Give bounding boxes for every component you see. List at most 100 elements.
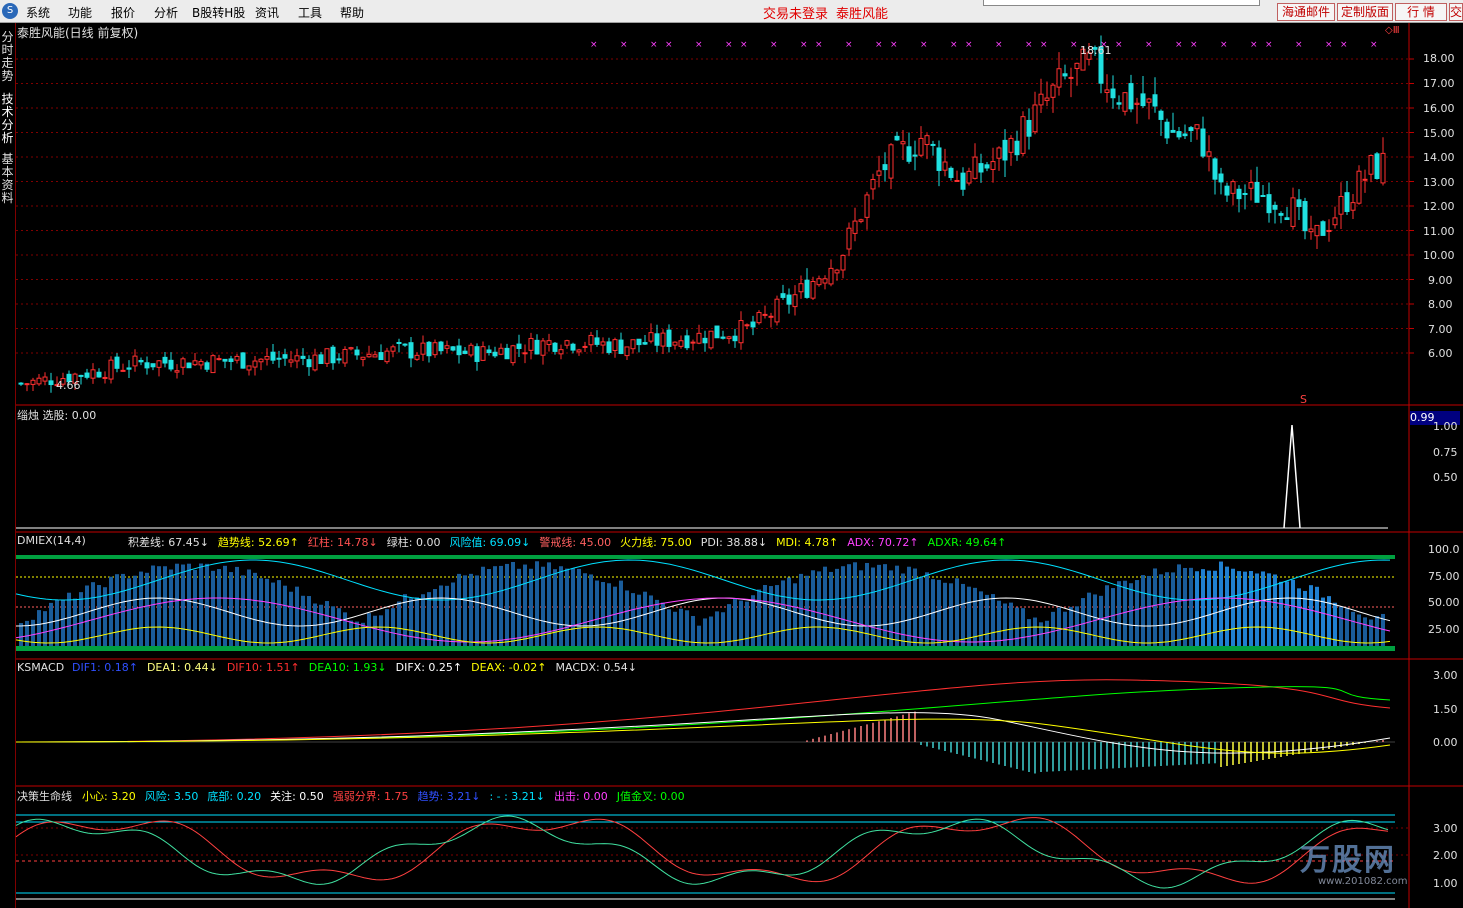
candle-body [354,349,360,356]
menu-tools[interactable]: 工具 [298,4,322,21]
panel-corner-icon[interactable]: ◇Ⅲ [1385,25,1400,36]
candle-body [1362,178,1368,181]
dmi-bar [637,594,641,646]
dmi-bar [295,586,299,646]
candle-body [108,359,114,380]
candle-body [558,349,564,355]
login-status[interactable]: 交易未登录 [763,3,828,22]
trade-button[interactable]: 交易 [1449,3,1463,21]
dmi-bar [115,574,119,646]
signal-x-marker: × [650,40,658,50]
life-readout-4: 强弱分界: 1.75 [332,790,409,803]
candle-body [462,350,468,354]
dmi-bar [715,611,719,646]
menu-info[interactable]: 资讯 [255,4,279,21]
life-tick-2: 1.00 [1433,877,1458,890]
candle-body [660,332,666,347]
dmi-bar [667,609,671,646]
candle-body [540,340,546,356]
candle-body [258,358,264,363]
price-tick-1: 17.00 [1423,77,1455,90]
candle-body [750,321,756,328]
signal-x-marker: × [1025,40,1033,50]
market-button[interactable]: 行 情 [1395,3,1447,21]
dmi-bar [889,570,893,646]
candle-body [1122,92,1128,112]
dmi-bar [763,585,767,646]
menu-system[interactable]: 系统 [26,4,50,21]
candle-body [132,355,138,367]
dmi-bar [1189,567,1193,646]
menu-function[interactable]: 功能 [68,4,92,21]
candle-body [642,342,648,345]
candle-body [1242,192,1248,195]
signal-x-marker: × [1295,40,1303,50]
dmi-bar [1123,580,1127,646]
dmi-bar [559,566,563,646]
candle-body [810,280,816,299]
candle-body [84,372,90,378]
dmi-bar [1033,617,1037,646]
dmi-bar [835,568,839,646]
dmi-readout-4: 风险值: 69.09↓ [449,536,531,549]
dmi-indicator-name[interactable]: DMIEX(14,4) [17,534,86,547]
candle-body [402,343,408,346]
dmi-bar [595,580,599,646]
dmi-bar [259,578,263,646]
candle-body [924,135,930,146]
signal-x-marker: × [845,40,853,50]
macd-indicator-name[interactable]: KSMACD [17,661,64,674]
candle-body [498,347,504,355]
menu-help[interactable]: 帮助 [340,4,364,21]
dmi-bar [751,595,755,646]
candle-body [864,194,870,218]
candle-body [282,354,288,359]
signal-x-marker: × [1220,40,1228,50]
chart-canvas[interactable]: × × × × × × × × × × × × × × × × × × × × × × × × × × × × × × × × [0,23,1463,908]
candle-body [468,344,474,356]
dmi-bar [373,615,377,646]
candle-body [1296,199,1302,207]
candle-body [984,164,990,169]
dmi-bar [133,575,137,646]
dmi-bar [445,585,449,646]
candle-body [516,343,522,350]
app-logo-icon[interactable]: S [2,3,18,19]
life-indicator-name[interactable]: 决策生命线 [17,788,72,804]
candle-body [246,365,252,371]
dmi-bar [343,612,347,646]
menu-b-to-h[interactable]: B股转H股 [192,4,245,21]
custom-layout-button[interactable]: 定制版面 [1337,3,1393,21]
dmi-bar [475,575,479,646]
signal-x-marker: × [1340,40,1348,50]
candle-body [942,161,948,171]
candle-body [270,351,276,361]
signal-x-marker: × [1070,40,1078,50]
candle-body [384,350,390,363]
macd-readout-6: MACDX: 0.54↓ [555,661,637,674]
dmi-bar [949,583,953,646]
dmi-bar [811,570,815,646]
menu-analysis[interactable]: 分析 [154,4,178,21]
search-box[interactable] [983,0,1260,6]
candle-body [1302,201,1308,232]
candle-body [1218,173,1224,183]
haitong-mail-button[interactable]: 海通邮件 [1277,3,1335,21]
dmi-bar [1195,571,1199,646]
candle-body [24,383,30,386]
candle-body [738,320,744,344]
dmi-bar [463,575,467,646]
candle-body [504,347,510,360]
candle-body [702,337,708,344]
candle-body [396,341,402,344]
dmi-bar [1243,571,1247,646]
candle-body [732,335,738,342]
dmi-bar [823,566,827,646]
dmi-bar [1297,588,1301,646]
dmi-bar [877,564,881,646]
menu-quote[interactable]: 报价 [111,4,135,21]
signal-x-marker: × [620,40,628,50]
candle-body [1152,94,1158,107]
life-readout-2: 底部: 0.20 [207,790,262,803]
dmi-bar [529,568,533,646]
